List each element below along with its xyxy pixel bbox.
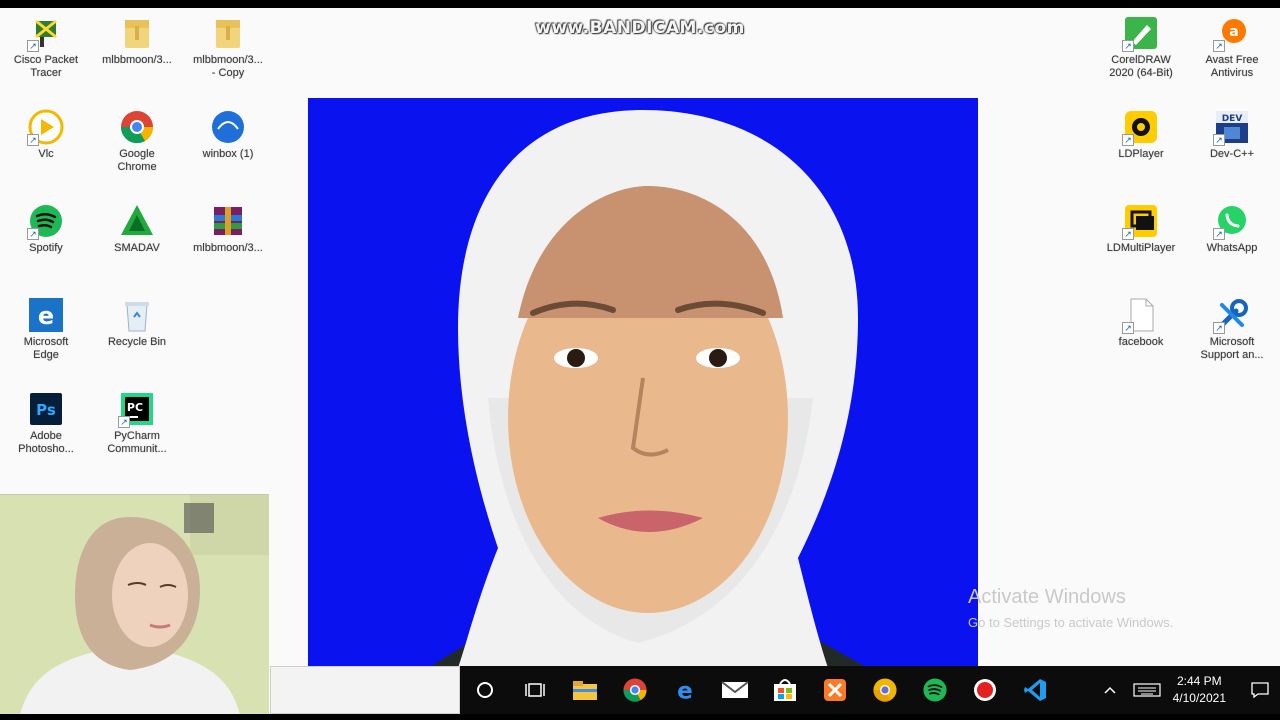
desktop-icon-coreldraw[interactable]: ↗ CorelDRAW 2020 (64-Bit) — [1095, 14, 1187, 80]
activate-windows-notice: Activate Windows Go to Settings to activ… — [968, 586, 1173, 630]
activate-windows-title: Activate Windows — [968, 586, 1126, 608]
passport-photo — [308, 98, 978, 668]
microsoft-support-icon: ↗ — [1213, 296, 1251, 334]
devcpp-icon: DEV ↗ — [1213, 108, 1251, 146]
taskbar-store[interactable] — [760, 666, 810, 714]
desktop-icon-cisco-packet-tracer[interactable]: ↗ Cisco Packet Tracer — [0, 14, 92, 80]
folder-icon — [118, 14, 156, 52]
clock-date: 4/10/2021 — [1172, 691, 1226, 705]
ldplayer-icon: ↗ — [1122, 108, 1160, 146]
mail-icon — [721, 681, 749, 698]
system-tray: 2:44 PM 4/10/2021 — [1093, 666, 1280, 714]
desktop-icon-folder-copy[interactable]: mlbbmoon/3... - Copy — [182, 14, 274, 80]
desktop-icon-winrar[interactable]: mlbbmoon/3... — [182, 202, 274, 255]
tray-overflow-button[interactable] — [1093, 666, 1127, 714]
svg-text:a: a — [1229, 24, 1238, 40]
bandicam-watermark: www.BANDICAM.com — [535, 18, 745, 38]
desktop-icon-whatsapp[interactable]: ↗ WhatsApp — [1186, 202, 1278, 255]
portrait-image — [308, 98, 978, 668]
desktop-icon-adobe-photoshop[interactable]: Ps Adobe Photosho... — [0, 390, 92, 456]
desktop-icon-microsoft-support[interactable]: ↗ Microsoft Support an... — [1186, 296, 1278, 362]
cortana-button[interactable] — [460, 666, 510, 714]
desktop-icon-smadav[interactable]: SMADAV — [91, 202, 183, 255]
desktop-icon-devcpp[interactable]: DEV ↗ Dev-C++ — [1186, 108, 1278, 161]
desktop-icon-winbox[interactable]: winbox (1) — [182, 108, 274, 161]
chrome-canary-icon — [873, 678, 897, 702]
desktop-icon-ldplayer[interactable]: ↗ LDPlayer — [1095, 108, 1187, 161]
desktop-icon-google-chrome[interactable]: Google Chrome — [91, 108, 183, 174]
winbox-icon — [209, 108, 247, 146]
task-view-button[interactable] — [510, 666, 560, 714]
desktop-icon-recycle-bin[interactable]: Recycle Bin — [91, 296, 183, 349]
taskbar-file-explorer[interactable] — [560, 666, 610, 714]
file-explorer-icon — [573, 681, 597, 700]
spotify-icon: ↗ — [27, 202, 65, 240]
desktop-icon-spotify[interactable]: ↗ Spotify — [0, 202, 92, 255]
edge-icon: e — [677, 679, 693, 703]
avast-icon: a ↗ — [1213, 14, 1251, 52]
svg-text:e: e — [677, 679, 693, 703]
vlc-icon: ↗ — [27, 108, 65, 146]
notification-icon — [1251, 682, 1269, 699]
chrome-icon — [118, 108, 156, 146]
ldmultiplayer-icon: ↗ — [1122, 202, 1160, 240]
coreldraw-icon: ↗ — [1122, 14, 1160, 52]
taskbar-bandicam[interactable] — [960, 666, 1010, 714]
webcam-overlay — [0, 494, 269, 714]
taskbar-spotify[interactable] — [910, 666, 960, 714]
edge-icon: e — [27, 296, 65, 334]
svg-text:PC: PC — [127, 401, 143, 414]
smadav-icon — [118, 202, 156, 240]
winrar-icon — [209, 202, 247, 240]
photoshop-icon: Ps — [27, 390, 65, 428]
pycharm-icon: PC ↗ — [118, 390, 156, 428]
taskbar-edge[interactable]: e — [660, 666, 710, 714]
activate-windows-subtitle: Go to Settings to activate Windows. — [968, 615, 1174, 630]
taskbar-search-box[interactable] — [270, 666, 460, 714]
taskbar: e 2:44 PM 4/10/2021 — [460, 666, 1280, 714]
whatsapp-icon: ↗ — [1213, 202, 1251, 240]
store-icon — [774, 679, 796, 701]
svg-text:DEV: DEV — [1222, 114, 1243, 124]
clock-time: 2:44 PM — [1176, 674, 1222, 688]
chevron-up-icon — [1104, 686, 1116, 694]
bandicam-record-icon — [974, 679, 996, 701]
desktop-icon-microsoft-edge[interactable]: e Microsoft Edge — [0, 296, 92, 362]
recycle-bin-icon — [118, 296, 156, 334]
file-icon: ↗ — [1122, 296, 1160, 334]
taskbar-vscode[interactable] — [1010, 666, 1060, 714]
desktop-icon-avast[interactable]: a ↗ Avast Free Antivirus — [1186, 14, 1278, 80]
taskbar-chrome[interactable] — [610, 666, 660, 714]
taskbar-xampp[interactable] — [810, 666, 860, 714]
vscode-icon — [1024, 679, 1046, 701]
taskbar-mail[interactable] — [710, 666, 760, 714]
folder-icon — [209, 14, 247, 52]
xampp-icon — [824, 679, 846, 701]
cortana-icon — [477, 682, 493, 698]
desktop-icon-facebook-file[interactable]: ↗ facebook — [1095, 296, 1187, 349]
taskbar-chrome-canary[interactable] — [860, 666, 910, 714]
cisco-packet-tracer-icon: ↗ — [27, 14, 65, 52]
svg-text:e: e — [38, 302, 54, 330]
desktop: www.BANDICAM.com ↗ Cisco Packet Tracer m… — [0, 8, 1280, 714]
notification-center-button[interactable] — [1240, 666, 1280, 714]
desktop-icon-vlc[interactable]: ↗ Vlc — [0, 108, 92, 161]
keyboard-icon — [1133, 683, 1161, 697]
chrome-icon — [623, 678, 647, 702]
taskbar-clock[interactable]: 2:44 PM 4/10/2021 — [1173, 673, 1226, 707]
spotify-icon — [923, 678, 947, 702]
desktop-icon-ldmultiplayer[interactable]: ↗ LDMultiPlayer — [1095, 202, 1187, 255]
tray-keyboard-button[interactable] — [1127, 666, 1167, 714]
webcam-image — [0, 495, 269, 714]
desktop-icon-pycharm[interactable]: PC ↗ PyCharm Communit... — [91, 390, 183, 456]
desktop-icon-folder-1[interactable]: mlbbmoon/3... — [91, 14, 183, 67]
svg-text:Ps: Ps — [36, 401, 56, 419]
task-view-icon — [525, 683, 545, 697]
